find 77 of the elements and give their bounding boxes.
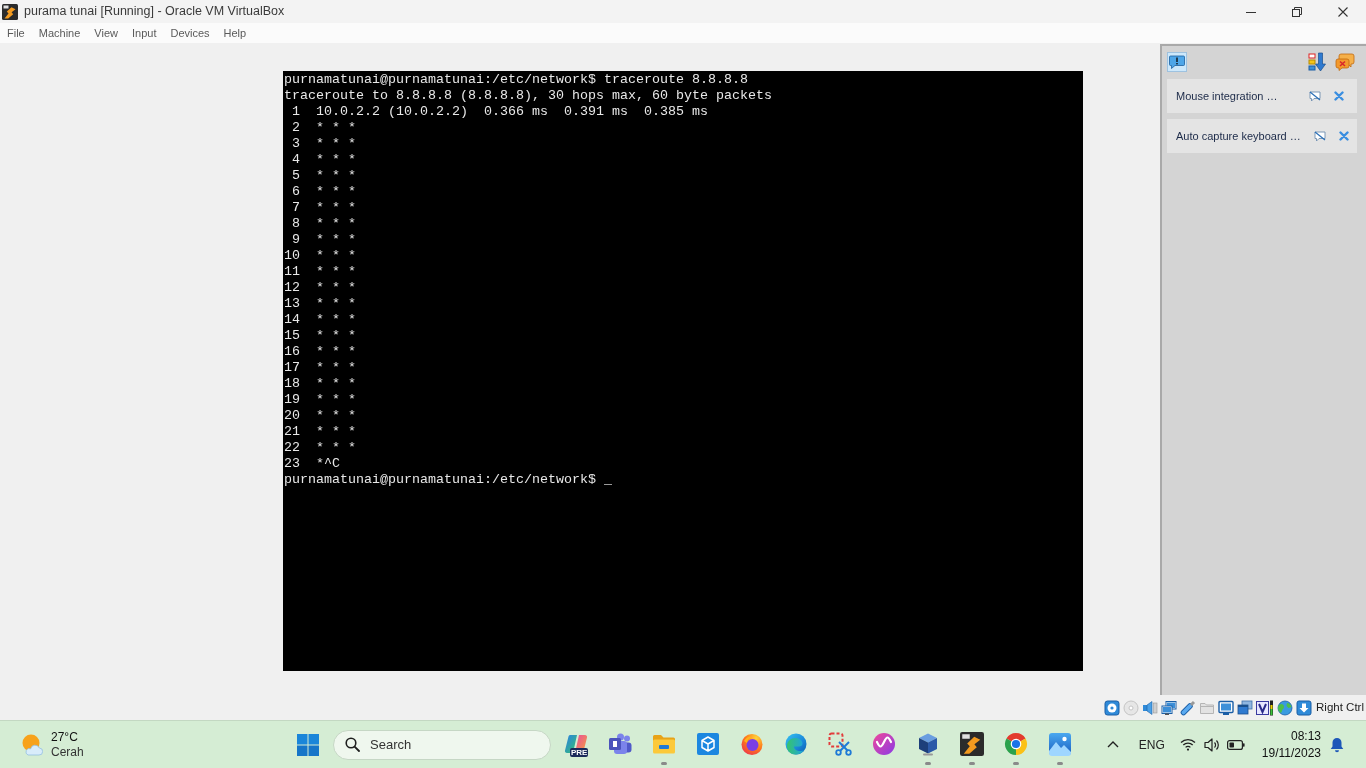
terminal-line: 1 10.0.2.2 (10.0.2.2) 0.366 ms 0.391 ms 0.385 ms bbox=[291, 104, 708, 120]
terminal-line: 5 * * * bbox=[291, 168, 356, 184]
terminal-line: 6 * * * bbox=[291, 184, 356, 200]
alert-bubble-icon[interactable] bbox=[1167, 52, 1187, 72]
notification-text: Auto capture keyboard … bbox=[1176, 128, 1301, 144]
volume-icon[interactable] bbox=[1203, 737, 1220, 752]
terminal-line: 8 * * * bbox=[291, 216, 356, 232]
terminal-line: 16 * * * bbox=[284, 344, 356, 360]
close-icon[interactable] bbox=[1338, 6, 1348, 17]
terminal-line: traceroute to 8.8.8.8 (8.8.8.8), 30 hops max, 60 byte packets bbox=[284, 88, 772, 104]
terminal-line: 2 * * * bbox=[291, 120, 356, 136]
restore-icon[interactable] bbox=[1292, 6, 1302, 17]
terminal-line: 23 *^C bbox=[284, 456, 340, 472]
speaker-icon[interactable] bbox=[1142, 699, 1159, 716]
monitor-icon[interactable] bbox=[1218, 699, 1235, 716]
lightning-tile-icon[interactable] bbox=[960, 732, 984, 756]
chevron-up-icon[interactable] bbox=[1106, 741, 1119, 748]
menu-item[interactable]: Input bbox=[124, 23, 164, 43]
clock-date[interactable]: 19/11/2023 bbox=[1261, 744, 1321, 762]
terminal-line: 4 * * * bbox=[291, 152, 356, 168]
menu-item[interactable]: Machine bbox=[31, 23, 88, 43]
terminal-line: 13 * * * bbox=[284, 296, 356, 312]
host-key-label: Right Ctrl bbox=[1316, 699, 1364, 715]
people-tile-icon[interactable] bbox=[608, 732, 632, 756]
chevron-meter-icon[interactable] bbox=[1256, 699, 1275, 716]
scissors-icon[interactable] bbox=[828, 732, 852, 756]
wave-circle-icon[interactable] bbox=[784, 732, 808, 756]
folder-icon[interactable] bbox=[652, 732, 676, 756]
terminal-line: purnamatunai@purnamatunai:/etc/network$ traceroute 8.8.8.8 bbox=[284, 72, 748, 88]
battery-icon[interactable] bbox=[1226, 739, 1245, 750]
four-squares-icon[interactable] bbox=[296, 732, 320, 757]
bubble-slash-icon[interactable] bbox=[1313, 130, 1326, 142]
weather-temperature[interactable]: 27°C bbox=[51, 729, 84, 745]
terminal-line: 22 * * * bbox=[284, 440, 356, 456]
terminal-line: 9 * * * bbox=[291, 232, 356, 248]
menu-item[interactable]: Help bbox=[216, 23, 254, 43]
terminal-line: 11 * * * bbox=[284, 264, 356, 280]
menu-item[interactable]: File bbox=[0, 23, 32, 43]
window-title: purama tunai [Running] - Oracle VM VirtualBox bbox=[24, 3, 285, 21]
bubble-slash-icon[interactable] bbox=[1309, 90, 1321, 102]
terminal-line: 14 * * * bbox=[284, 312, 356, 328]
menu-item[interactable]: Devices bbox=[163, 23, 217, 43]
screens-icon[interactable] bbox=[1161, 699, 1178, 716]
cube-icon[interactable] bbox=[916, 732, 940, 756]
notification-text: Mouse integration … bbox=[1176, 88, 1279, 104]
bell-icon[interactable] bbox=[1330, 736, 1344, 753]
search-input[interactable]: Search bbox=[370, 734, 540, 755]
cube-tile-icon[interactable] bbox=[696, 732, 720, 756]
list-arrow-icon[interactable] bbox=[1308, 52, 1326, 72]
clock-time[interactable]: 08:13 bbox=[1290, 727, 1321, 745]
search-icon bbox=[345, 737, 360, 752]
terminal-line: purnamatunai@purnamatunai:/etc/network$ _ bbox=[284, 472, 612, 488]
segmented-circle-icon[interactable] bbox=[1004, 732, 1028, 756]
bubbles-icon[interactable] bbox=[1335, 53, 1355, 71]
terminal-line: 17 * * * bbox=[284, 360, 356, 376]
terminal-line: 21 * * * bbox=[284, 424, 356, 440]
wave-disc-icon[interactable] bbox=[872, 732, 896, 756]
preview-tag: PRE bbox=[570, 748, 589, 757]
usb-stick-icon[interactable] bbox=[1180, 699, 1197, 716]
terminal-line: 10 * * * bbox=[284, 248, 356, 264]
terminal-line: 19 * * * bbox=[284, 392, 356, 408]
terminal-line: 3 * * * bbox=[291, 136, 356, 152]
lightning-tile-icon bbox=[2, 3, 18, 20]
wifi-icon[interactable] bbox=[1179, 738, 1196, 751]
weather-condition[interactable]: Cerah bbox=[51, 744, 84, 760]
mountain-tile-icon[interactable] bbox=[1048, 732, 1072, 756]
search-bar[interactable]: Search bbox=[333, 729, 551, 760]
language-indicator[interactable]: ENG bbox=[1138, 735, 1165, 754]
flame-globe-icon[interactable] bbox=[740, 732, 764, 756]
terminal-line: 12 * * * bbox=[284, 280, 356, 296]
terminal-line: 15 * * * bbox=[284, 328, 356, 344]
globe-icon[interactable] bbox=[1277, 699, 1294, 716]
windows-icon[interactable] bbox=[1237, 699, 1254, 716]
terminal-line: 20 * * * bbox=[284, 408, 356, 424]
terminal-line: 18 * * * bbox=[284, 376, 356, 392]
menu-item[interactable]: View bbox=[87, 23, 125, 43]
terminal-line: 7 * * * bbox=[291, 200, 356, 216]
